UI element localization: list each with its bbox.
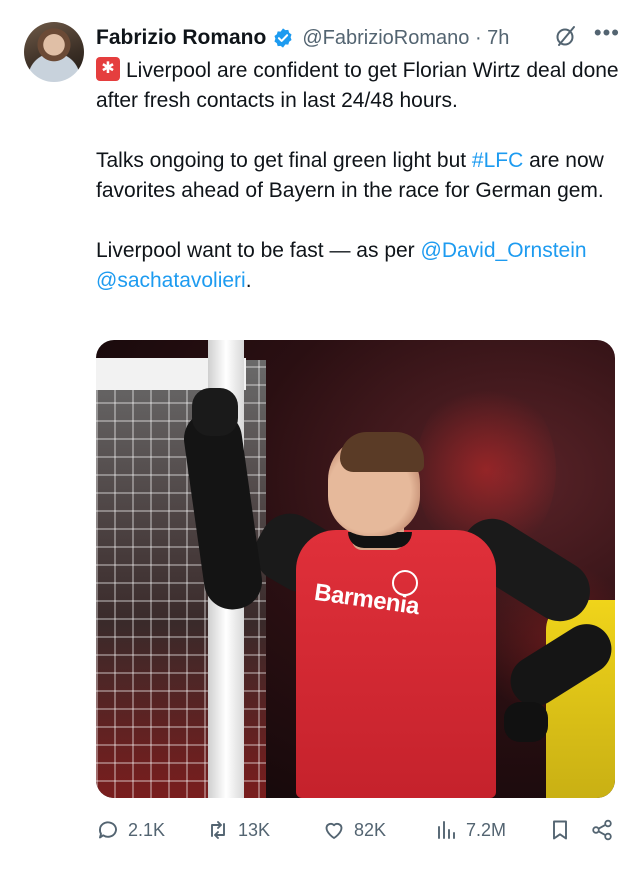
tweet[interactable]: Fabrizio Romano @FabrizioRomano · 7h •••… <box>0 0 640 869</box>
author-handle[interactable]: @FabrizioRomano <box>302 27 469 49</box>
reply-count: 2.1K <box>128 819 166 840</box>
views-button[interactable]: 7.2M <box>434 818 506 842</box>
like-button[interactable]: 82K <box>322 818 386 842</box>
mention-link-ornstein[interactable]: @David_Ornstein <box>421 239 587 262</box>
tweet-line-3a: Liverpool want to be fast — as per <box>96 239 421 262</box>
heart-icon <box>325 822 343 839</box>
author-name[interactable]: Fabrizio Romano <box>96 26 266 50</box>
verified-badge-icon[interactable] <box>272 27 294 49</box>
bookmark-button[interactable] <box>548 818 572 842</box>
avatar[interactable] <box>24 22 84 82</box>
tweet-header: Fabrizio Romano @FabrizioRomano · 7h ••• <box>96 22 620 54</box>
repost-icon <box>211 821 225 839</box>
player-jersey <box>296 530 496 798</box>
tweet-photo[interactable]: Barmenia <box>96 340 615 798</box>
tweet-paragraph-2: Talks ongoing to get final green light b… <box>96 146 621 206</box>
bookmark-icon <box>553 820 567 840</box>
share-icon <box>592 819 612 841</box>
tweet-paragraph-1: Liverpool are confident to get Florian W… <box>96 56 621 116</box>
separator-dot: · <box>474 26 482 49</box>
tweet-text: Liverpool are confident to get Florian W… <box>96 56 621 296</box>
tweet-time[interactable]: 7h <box>487 27 509 49</box>
tweet-actions: 2.1K 13K 82K 7.2M <box>96 812 616 848</box>
share-button[interactable] <box>590 818 614 842</box>
tweet-paragraph-3: Liverpool want to be fast — as per @Davi… <box>96 236 621 296</box>
reply-button[interactable]: 2.1K <box>96 818 165 842</box>
siren-emoji-icon <box>96 57 120 81</box>
author-handle-time: @FabrizioRomano · 7h <box>302 27 509 50</box>
views-count: 7.2M <box>466 819 507 840</box>
views-chart-icon <box>438 821 455 839</box>
more-icon[interactable]: ••• <box>594 22 620 44</box>
mention-link-sachatavolieri[interactable]: @sachatavolieri <box>96 269 246 292</box>
tweet-line-3-end: . <box>245 269 252 292</box>
tweet-line-2a: Talks ongoing to get final green light b… <box>96 149 472 172</box>
grok-icon[interactable] <box>554 24 578 48</box>
hashtag-link[interactable]: #LFC <box>472 149 523 172</box>
reply-icon <box>99 821 117 839</box>
tweet-line-1: Liverpool are confident to get Florian W… <box>96 59 619 112</box>
repost-count: 13K <box>238 819 271 840</box>
repost-button[interactable]: 13K <box>206 818 270 842</box>
header-actions: ••• <box>554 22 620 48</box>
like-count: 82K <box>354 819 387 840</box>
